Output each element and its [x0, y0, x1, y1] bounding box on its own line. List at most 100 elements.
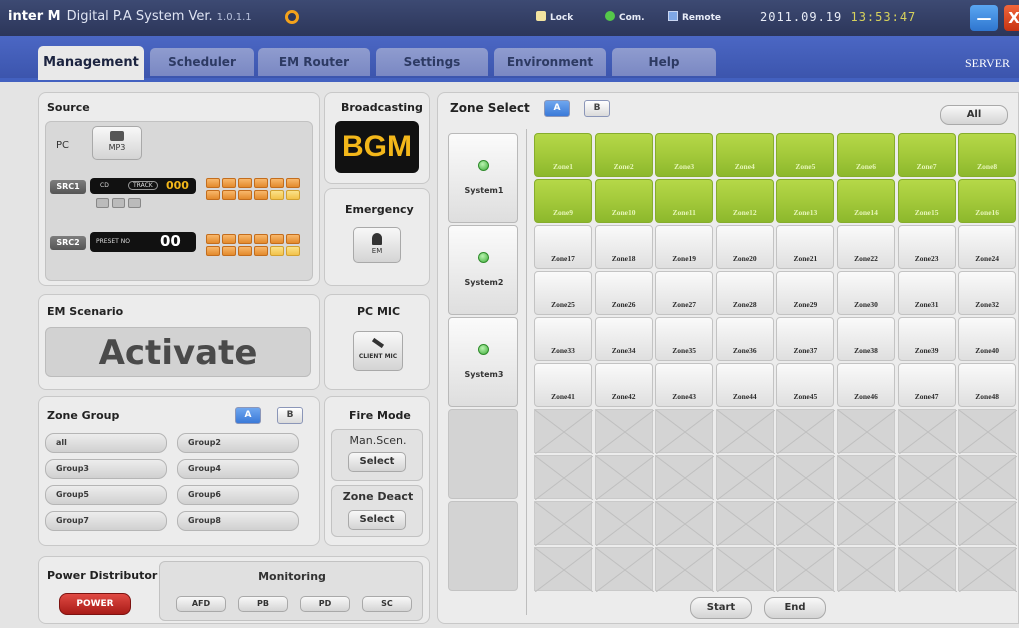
zone-button[interactable]: Zone44	[715, 363, 774, 407]
zone-button[interactable]: Zone18	[594, 225, 653, 269]
start-button[interactable]: Start	[690, 597, 752, 619]
lock-button[interactable]: Lock	[536, 11, 573, 23]
system-button[interactable]: System2	[448, 225, 518, 315]
system-button[interactable]: System3	[448, 317, 518, 407]
src2-led[interactable]	[270, 234, 284, 244]
zone-select-a-button[interactable]: A	[544, 100, 570, 117]
src1-led[interactable]	[286, 190, 300, 200]
em-button[interactable]: EM	[353, 227, 401, 263]
eject-button[interactable]	[128, 198, 141, 208]
tab-help[interactable]: Help	[612, 48, 716, 76]
zone-button[interactable]: Zone20	[715, 225, 774, 269]
src2-led[interactable]	[222, 234, 236, 244]
zone-button[interactable]: Zone29	[776, 271, 835, 315]
zone-button[interactable]: Zone34	[594, 317, 653, 361]
zone-button[interactable]: Zone31	[897, 271, 956, 315]
tab-scheduler[interactable]: Scheduler	[150, 48, 254, 76]
src1-led[interactable]	[206, 190, 220, 200]
zone-button[interactable]: Zone30	[837, 271, 895, 315]
minimize-button[interactable]: —	[970, 5, 998, 31]
zone-button[interactable]: Zone36	[715, 317, 774, 361]
zone-button[interactable]: Zone9	[534, 179, 592, 223]
zone-button[interactable]: Zone32	[958, 271, 1017, 315]
zone-button[interactable]: Zone48	[958, 363, 1017, 407]
zone-button[interactable]: Zone14	[837, 179, 895, 223]
play-pause-button[interactable]	[96, 198, 109, 208]
src1-led[interactable]	[222, 178, 236, 188]
src1-led[interactable]	[238, 178, 252, 188]
src2-led[interactable]	[206, 234, 220, 244]
pd-button[interactable]: PD	[300, 596, 350, 612]
client-mic-button[interactable]: CLIENT MIC	[353, 331, 403, 371]
zone-group-b-button[interactable]: B	[277, 407, 303, 424]
group-button-4[interactable]: Group4	[177, 459, 299, 479]
group-button-6[interactable]: Group6	[177, 485, 299, 505]
group-button-all[interactable]: all	[45, 433, 167, 453]
zone-button[interactable]: Zone33	[534, 317, 592, 361]
src2-led[interactable]	[238, 246, 252, 256]
src2-led[interactable]	[222, 246, 236, 256]
group-button-8[interactable]: Group8	[177, 511, 299, 531]
pb-button[interactable]: PB	[238, 596, 288, 612]
zone-button[interactable]: Zone3	[655, 133, 714, 177]
zone-button[interactable]: Zone4	[715, 133, 774, 177]
zone-button[interactable]: Zone41	[534, 363, 592, 407]
zone-button[interactable]: Zone27	[655, 271, 714, 315]
all-button[interactable]: All	[940, 105, 1008, 125]
src2-led[interactable]	[270, 246, 284, 256]
zone-button[interactable]: Zone42	[594, 363, 653, 407]
zone-deact-select-button[interactable]: Select	[348, 510, 406, 530]
man-scen-select-button[interactable]: Select	[348, 452, 406, 472]
power-button[interactable]: POWER	[59, 593, 131, 615]
afd-button[interactable]: AFD	[176, 596, 226, 612]
remote-button[interactable]: Remote	[668, 11, 721, 23]
src1-led[interactable]	[254, 190, 268, 200]
zone-button[interactable]: Zone7	[897, 133, 956, 177]
zone-button[interactable]: Zone39	[897, 317, 956, 361]
zone-button[interactable]: Zone12	[715, 179, 774, 223]
src1-led[interactable]	[270, 178, 284, 188]
zone-button[interactable]: Zone5	[776, 133, 835, 177]
zone-button[interactable]: Zone46	[837, 363, 895, 407]
group-button-7[interactable]: Group7	[45, 511, 167, 531]
zone-button[interactable]: Zone35	[655, 317, 714, 361]
zone-button[interactable]: Zone45	[776, 363, 835, 407]
zone-button[interactable]: Zone19	[655, 225, 714, 269]
tab-environment[interactable]: Environment	[494, 48, 606, 76]
zone-button[interactable]: Zone10	[594, 179, 653, 223]
zone-button[interactable]: Zone16	[958, 179, 1017, 223]
zone-button[interactable]: Zone28	[715, 271, 774, 315]
zone-select-b-button[interactable]: B	[584, 100, 610, 117]
activate-button[interactable]: Activate	[45, 327, 311, 377]
src1-led[interactable]	[206, 178, 220, 188]
src1-led[interactable]	[254, 178, 268, 188]
system-button[interactable]: System1	[448, 133, 518, 223]
zone-button[interactable]: Zone1	[534, 133, 592, 177]
zone-group-a-button[interactable]: A	[235, 407, 261, 424]
zone-button[interactable]: Zone23	[897, 225, 956, 269]
zone-button[interactable]: Zone43	[655, 363, 714, 407]
zone-button[interactable]: Zone15	[897, 179, 956, 223]
zone-button[interactable]: Zone47	[897, 363, 956, 407]
group-button-3[interactable]: Group3	[45, 459, 167, 479]
tab-em-router[interactable]: EM Router	[258, 48, 370, 76]
zone-button[interactable]: Zone22	[837, 225, 895, 269]
src2-led[interactable]	[286, 246, 300, 256]
src2-led[interactable]	[206, 246, 220, 256]
zone-button[interactable]: Zone26	[594, 271, 653, 315]
src2-led[interactable]	[238, 234, 252, 244]
zone-button[interactable]: Zone40	[958, 317, 1017, 361]
src1-led[interactable]	[270, 190, 284, 200]
zone-button[interactable]: Zone38	[837, 317, 895, 361]
src1-led[interactable]	[238, 190, 252, 200]
src2-led[interactable]	[254, 234, 268, 244]
src2-led[interactable]	[286, 234, 300, 244]
zone-button[interactable]: Zone37	[776, 317, 835, 361]
end-button[interactable]: End	[764, 597, 826, 619]
zone-button[interactable]: Zone8	[958, 133, 1017, 177]
src2-led[interactable]	[254, 246, 268, 256]
src1-led[interactable]	[222, 190, 236, 200]
sc-button[interactable]: SC	[362, 596, 412, 612]
mp3-button[interactable]: MP3	[92, 126, 142, 160]
zone-button[interactable]: Zone17	[534, 225, 592, 269]
